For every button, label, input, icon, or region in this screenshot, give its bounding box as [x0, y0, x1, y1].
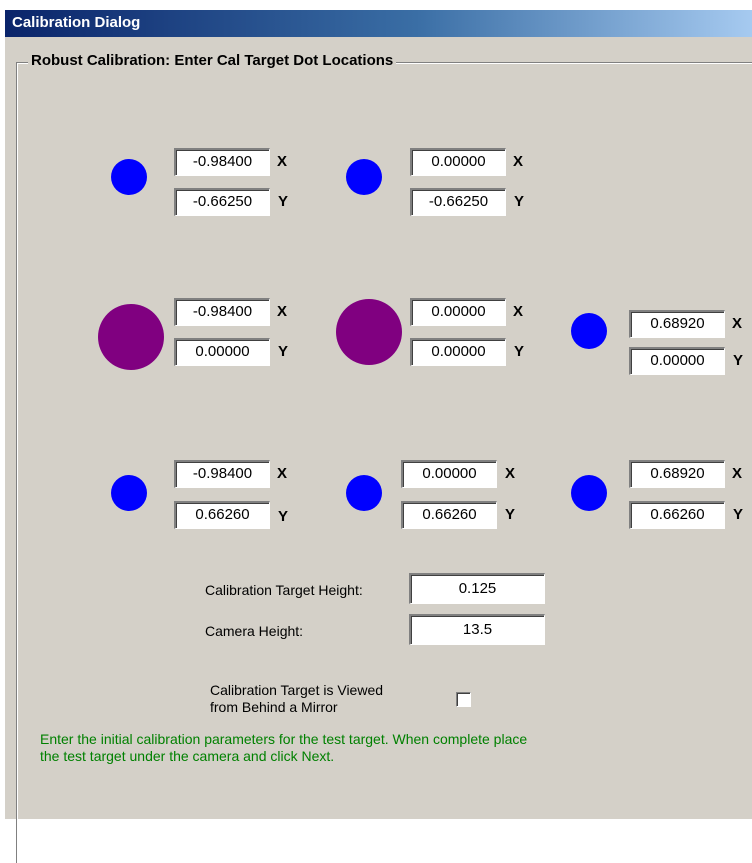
dot2-y-input[interactable]: -0.66250: [410, 188, 506, 216]
dot5-y-label: Y: [733, 352, 744, 369]
dot6-y-input[interactable]: 0.66260: [174, 501, 270, 529]
dot4-y-input[interactable]: 0.00000: [410, 338, 506, 366]
target-dot-bottom-right: [571, 475, 607, 511]
dot7-y-label: Y: [505, 506, 516, 523]
target-dot-bottom-center: [346, 475, 382, 511]
dot5-y-input[interactable]: 0.00000: [629, 347, 725, 375]
mirror-label: Calibration Target is Viewed from Behind…: [210, 682, 383, 716]
dot3-y-input[interactable]: 0.00000: [174, 338, 270, 366]
dot8-y-input[interactable]: 0.66260: [629, 501, 725, 529]
window-title: Calibration Dialog: [12, 14, 141, 31]
dot6-x-label: X: [277, 465, 288, 482]
dot2-x-label: X: [513, 153, 524, 170]
dot5-x-input[interactable]: 0.68920: [629, 310, 725, 338]
dot8-x-input[interactable]: 0.68920: [629, 460, 725, 488]
dot3-y-label: Y: [278, 343, 289, 360]
dot7-x-input[interactable]: 0.00000: [401, 460, 497, 488]
target-dot-middle-left-selected: [98, 304, 164, 370]
target-height-label: Calibration Target Height:: [205, 582, 363, 598]
target-dot-center-selected: [336, 299, 402, 365]
camera-height-label: Camera Height:: [205, 623, 304, 639]
dot8-y-label: Y: [733, 506, 744, 523]
target-dot-top-left: [111, 159, 147, 195]
dot4-y-label: Y: [514, 343, 525, 360]
dot6-y-label: Y: [278, 508, 289, 525]
dot3-x-label: X: [277, 303, 288, 320]
dot1-x-input[interactable]: -0.98400: [174, 148, 270, 176]
mirror-checkbox[interactable]: [456, 692, 471, 707]
dot1-x-label: X: [277, 153, 288, 170]
target-dot-top-center: [346, 159, 382, 195]
instruction-line1: Enter the initial calibration parameters…: [40, 731, 528, 747]
title-bar: Calibration Dialog: [5, 10, 752, 37]
dot7-x-label: X: [505, 465, 516, 482]
instruction-line2: the test target under the camera and cli…: [40, 748, 335, 764]
target-height-input[interactable]: 0.125: [409, 573, 545, 604]
group-title: Robust Calibration: Enter Cal Target Dot…: [28, 52, 397, 69]
mirror-label-line2: from Behind a Mirror: [210, 699, 338, 715]
dot1-y-input[interactable]: -0.66250: [174, 188, 270, 216]
target-dot-middle-right: [571, 313, 607, 349]
dot2-y-label: Y: [514, 193, 525, 210]
dot7-y-input[interactable]: 0.66260: [401, 501, 497, 529]
dot5-x-label: X: [732, 315, 743, 332]
instruction-text: Enter the initial calibration parameters…: [40, 731, 740, 765]
dot3-x-input[interactable]: -0.98400: [174, 298, 270, 326]
dot4-x-input[interactable]: 0.00000: [410, 298, 506, 326]
dot8-x-label: X: [732, 465, 743, 482]
mirror-label-line1: Calibration Target is Viewed: [210, 682, 384, 698]
dot2-x-input[interactable]: 0.00000: [410, 148, 506, 176]
dot4-x-label: X: [513, 303, 524, 320]
dot6-x-input[interactable]: -0.98400: [174, 460, 270, 488]
target-dot-bottom-left: [111, 475, 147, 511]
camera-height-input[interactable]: 13.5: [409, 614, 545, 645]
dot1-y-label: Y: [278, 193, 289, 210]
